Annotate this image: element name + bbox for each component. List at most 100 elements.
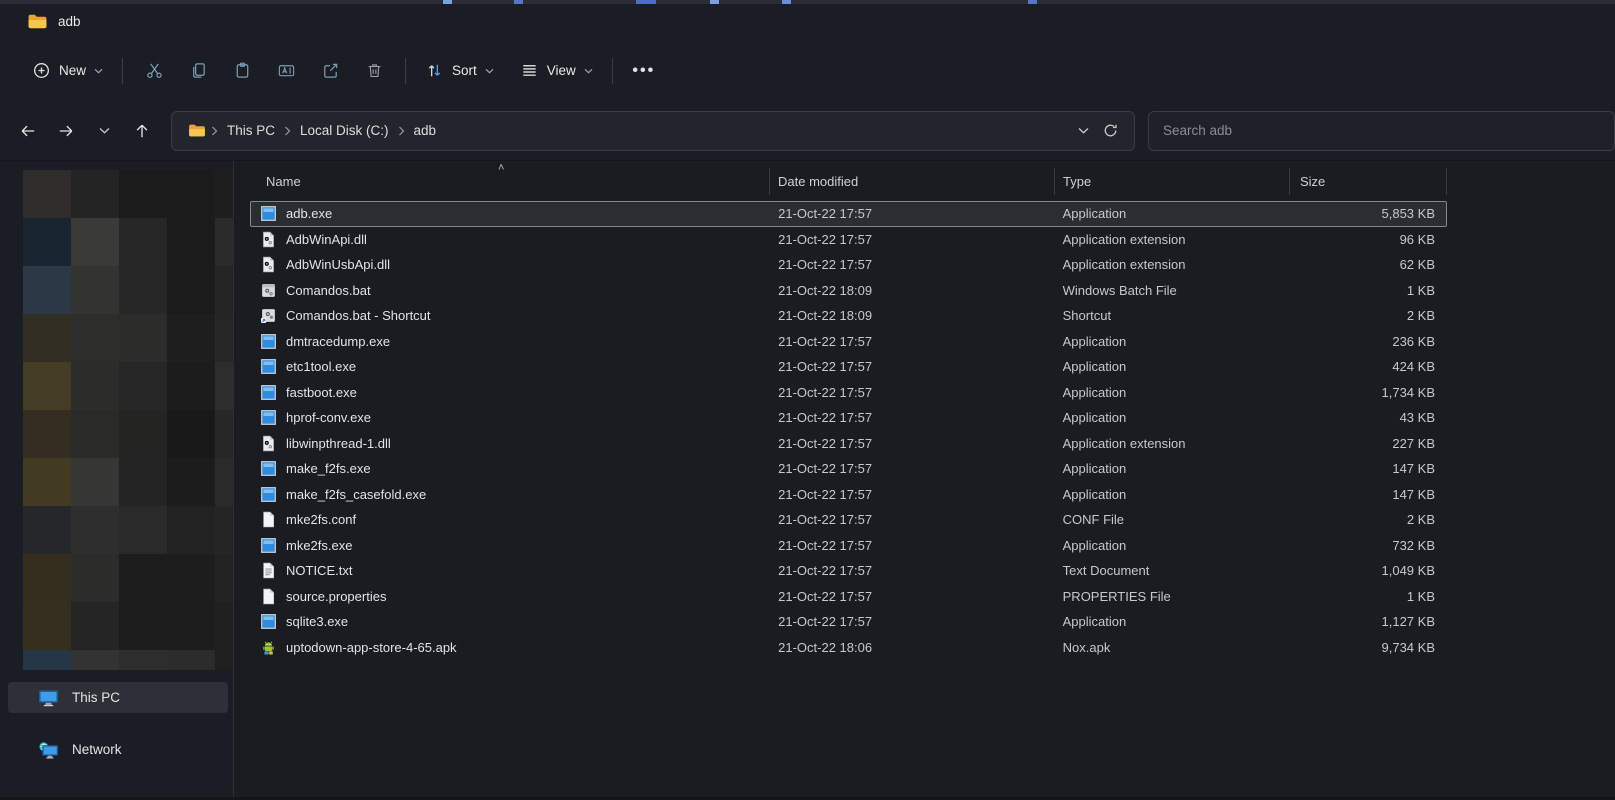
date-modified-cell: 21-Oct-22 17:57: [770, 538, 1055, 553]
delete-button[interactable]: [352, 52, 396, 90]
sidebar-item-this-pc[interactable]: This PC: [8, 682, 228, 713]
file-name-cell: dmtracedump.exe: [251, 333, 770, 350]
blur-mosaic-cell: [119, 602, 167, 650]
copy-button[interactable]: [176, 52, 220, 90]
sidebar-item-network[interactable]: Network: [8, 734, 228, 765]
size-cell: 43 KB: [1289, 410, 1446, 425]
new-button[interactable]: New: [22, 52, 113, 90]
blur-mosaic-cell: [23, 506, 71, 554]
file-name-cell: AdbWinUsbApi.dll: [251, 256, 770, 273]
file-name-cell: mke2fs.exe: [251, 537, 770, 554]
size-cell: 2 KB: [1289, 308, 1446, 323]
blur-mosaic-cell: [119, 506, 167, 554]
date-modified-cell: 21-Oct-22 17:57: [770, 385, 1055, 400]
blur-mosaic-cell: [167, 362, 215, 410]
blur-mosaic-cell: [167, 506, 215, 554]
file-row[interactable]: source.properties21-Oct-22 17:57PROPERTI…: [250, 584, 1447, 610]
size-cell: 227 KB: [1289, 436, 1446, 451]
file-row[interactable]: AdbWinApi.dll21-Oct-22 17:57Application …: [250, 227, 1447, 253]
paste-button[interactable]: [220, 52, 264, 90]
view-button[interactable]: View: [510, 52, 603, 90]
type-cell: Application: [1055, 614, 1290, 629]
file-name-cell: etc1tool.exe: [251, 358, 770, 375]
date-modified-cell: 21-Oct-22 18:09: [770, 308, 1055, 323]
file-row[interactable]: mke2fs.conf21-Oct-22 17:57CONF File2 KB: [250, 507, 1447, 533]
file-row[interactable]: fastboot.exe21-Oct-22 17:57Application1,…: [250, 380, 1447, 406]
file-name-cell: libwinpthread-1.dll: [251, 435, 770, 452]
file-name-cell: NOTICE.txt: [251, 562, 770, 579]
cut-button[interactable]: [132, 52, 176, 90]
sort-button[interactable]: Sort: [415, 52, 504, 90]
blur-mosaic-cell: [215, 362, 233, 410]
exe-file-icon: [260, 486, 277, 503]
file-row[interactable]: make_f2fs.exe21-Oct-22 17:57Application1…: [250, 456, 1447, 482]
file-row[interactable]: etc1tool.exe21-Oct-22 17:57Application42…: [250, 354, 1447, 380]
blur-mosaic-cell: [119, 554, 167, 602]
share-button[interactable]: [308, 52, 352, 90]
date-modified-cell: 21-Oct-22 17:57: [770, 206, 1055, 221]
up-button[interactable]: [123, 113, 161, 149]
file-row[interactable]: Comandos.bat - Shortcut21-Oct-22 18:09Sh…: [250, 303, 1447, 329]
column-header-date-modified[interactable]: Date modified: [770, 168, 1055, 195]
chevron-down-icon: [94, 68, 103, 74]
size-cell: 1,049 KB: [1289, 563, 1446, 578]
file-row[interactable]: adb.exe21-Oct-22 17:57Application5,853 K…: [250, 201, 1447, 227]
recent-locations-button[interactable]: [85, 113, 123, 149]
file-row[interactable]: dmtracedump.exe21-Oct-22 17:57Applicatio…: [250, 329, 1447, 355]
dll-file-icon: [260, 231, 277, 248]
size-cell: 424 KB: [1289, 359, 1446, 374]
file-name-cell: AdbWinApi.dll: [251, 231, 770, 248]
exe-file-icon: [260, 205, 277, 222]
file-row[interactable]: AdbWinUsbApi.dll21-Oct-22 17:57Applicati…: [250, 252, 1447, 278]
file-row[interactable]: uptodown-app-store-4-65.apk21-Oct-22 18:…: [250, 635, 1447, 661]
navigation-sidebar: This PC Network: [0, 161, 233, 797]
sort-ascending-caret-icon: ˄: [498, 162, 504, 174]
file-row[interactable]: sqlite3.exe21-Oct-22 17:57Application1,1…: [250, 609, 1447, 635]
file-explorer-window: adb New: [0, 0, 1615, 800]
date-modified-cell: 21-Oct-22 17:57: [770, 461, 1055, 476]
back-button[interactable]: [9, 113, 47, 149]
sidebar-item-label: This PC: [72, 690, 120, 705]
blur-mosaic-cell: [71, 362, 119, 410]
file-row[interactable]: libwinpthread-1.dll21-Oct-22 17:57Applic…: [250, 431, 1447, 457]
column-header-name[interactable]: Name: [250, 168, 770, 195]
address-dropdown-chevron-icon[interactable]: [1078, 127, 1089, 134]
more-options-button[interactable]: •••: [622, 52, 666, 90]
file-name-text: etc1tool.exe: [286, 359, 356, 374]
date-modified-cell: 21-Oct-22 17:57: [770, 512, 1055, 527]
column-header-type[interactable]: Type: [1055, 168, 1290, 195]
breadcrumb-bar[interactable]: This PC Local Disk (C:) adb: [171, 111, 1135, 151]
breadcrumb-local-disk-c[interactable]: Local Disk (C:): [292, 119, 397, 142]
type-cell: Application extension: [1055, 257, 1290, 272]
blur-mosaic-cell: [23, 458, 71, 506]
search-input[interactable]: [1163, 123, 1600, 138]
column-header-size[interactable]: Size: [1290, 168, 1447, 195]
breadcrumb-adb[interactable]: adb: [406, 119, 445, 142]
file-row[interactable]: hprof-conv.exe21-Oct-22 17:57Application…: [250, 405, 1447, 431]
new-button-label: New: [59, 63, 86, 78]
type-cell: Application extension: [1055, 436, 1290, 451]
blur-mosaic-cell: [23, 266, 71, 314]
blur-mosaic-cell: [119, 410, 167, 458]
refresh-icon[interactable]: [1103, 123, 1118, 138]
rename-button[interactable]: [264, 52, 308, 90]
blur-mosaic-cell: [215, 554, 233, 602]
dll-file-icon: [260, 256, 277, 273]
copy-icon: [189, 61, 208, 80]
type-cell: Application: [1055, 461, 1290, 476]
file-row[interactable]: make_f2fs_casefold.exe21-Oct-22 17:57App…: [250, 482, 1447, 508]
date-modified-cell: 21-Oct-22 17:57: [770, 487, 1055, 502]
forward-button[interactable]: [47, 113, 85, 149]
date-modified-cell: 21-Oct-22 17:57: [770, 614, 1055, 629]
file-name-cell: make_f2fs_casefold.exe: [251, 486, 770, 503]
blur-mosaic-cell: [23, 362, 71, 410]
file-row[interactable]: mke2fs.exe21-Oct-22 17:57Application732 …: [250, 533, 1447, 559]
type-cell: Application: [1055, 410, 1290, 425]
file-row[interactable]: NOTICE.txt21-Oct-22 17:57Text Document1,…: [250, 558, 1447, 584]
blur-mosaic-cell: [71, 458, 119, 506]
folder-icon: [188, 123, 206, 138]
breadcrumb-this-pc[interactable]: This PC: [219, 119, 283, 142]
file-row[interactable]: Comandos.bat21-Oct-22 18:09Windows Batch…: [250, 278, 1447, 304]
search-box[interactable]: [1148, 111, 1615, 151]
blur-mosaic-cell: [71, 602, 119, 650]
